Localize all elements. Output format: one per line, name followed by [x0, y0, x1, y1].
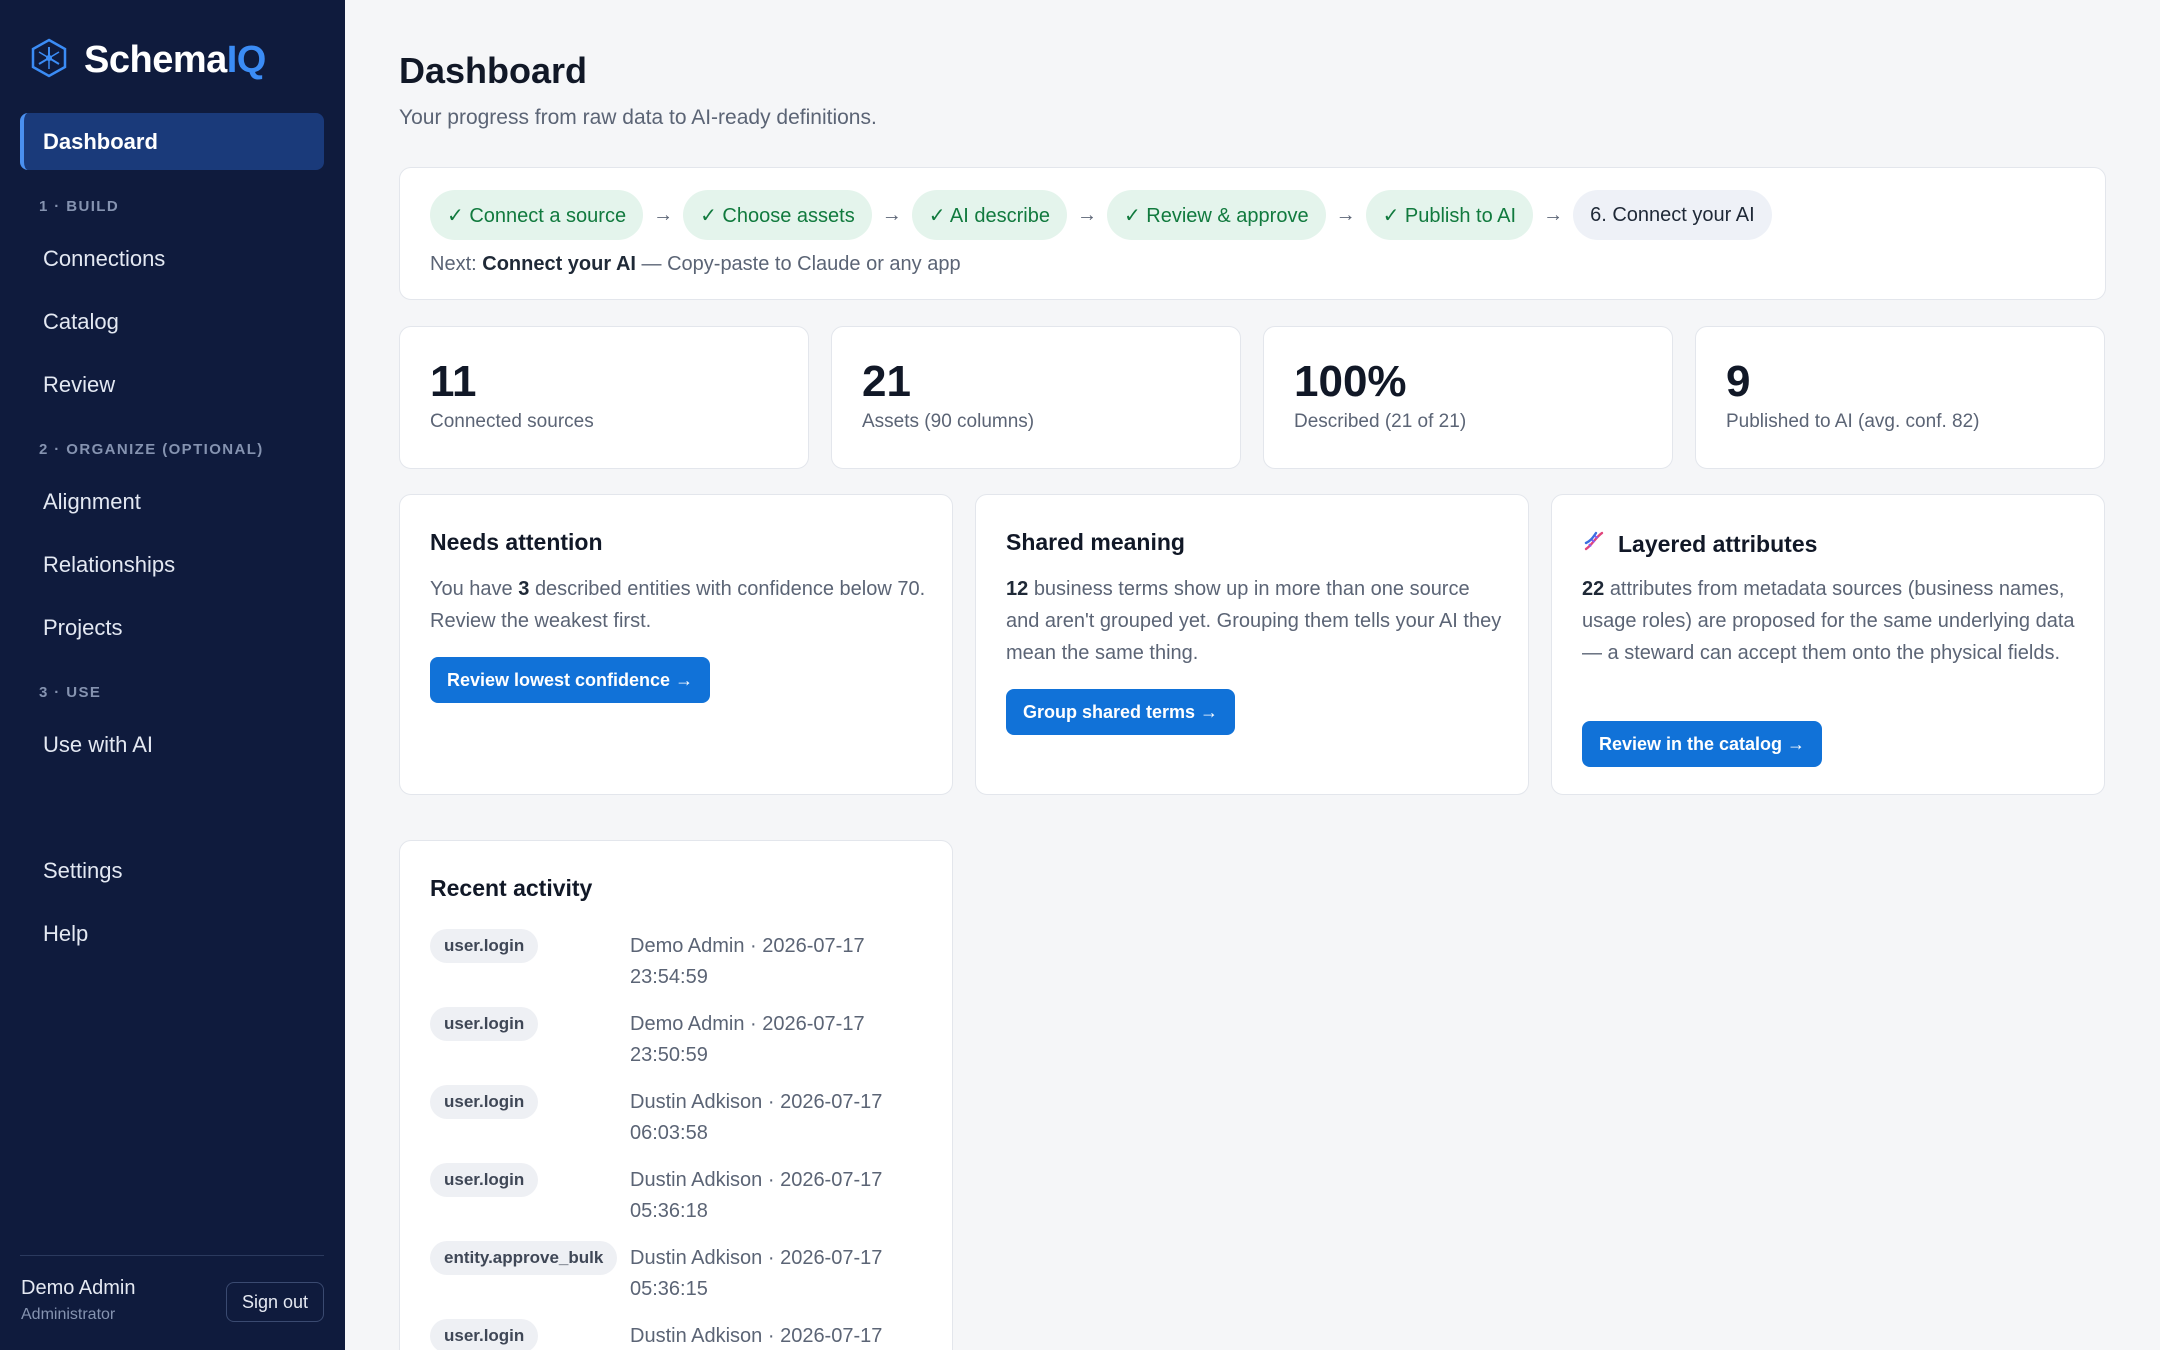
sidebar-item-review[interactable]: Review [43, 370, 115, 400]
event-badge: user.login [430, 1007, 539, 1041]
group-shared-terms-button[interactable]: Group shared terms → [1006, 689, 1236, 735]
sidebar-item-relationships[interactable]: Relationships [43, 550, 175, 580]
nav-section-build: 1 · BUILD [39, 198, 120, 215]
activity-meta: Demo Admin · 2026-07-17 23:50:59 [630, 1013, 865, 1066]
recent-activity-card: Recent activity user.login Demo Admin · … [399, 840, 953, 1350]
sidebar-divider [20, 1255, 324, 1256]
next-step-hint: Next: Connect your AI — Copy-paste to Cl… [430, 253, 961, 275]
stat-label: Assets (90 columns) [862, 411, 1035, 432]
review-in-catalog-button[interactable]: Review in the catalog → [1582, 721, 1823, 767]
activity-row: user.login Dustin Adkison · 2026-07-17 0… [430, 1085, 930, 1149]
stat-label: Described (21 of 21) [1294, 411, 1467, 432]
activity-row: user.login Demo Admin · 2026-07-17 23:50… [430, 1007, 930, 1071]
sidebar-item-projects[interactable]: Projects [43, 613, 122, 643]
stat-value: 11 [430, 357, 477, 406]
page-subtitle: Your progress from raw data to AI-ready … [399, 106, 877, 129]
activity-row: user.login Demo Admin · 2026-07-17 23:54… [430, 929, 930, 993]
step-arrow-icon: → [1543, 203, 1564, 226]
card-title: Needs attention [430, 529, 603, 555]
step-publish-to-ai[interactable]: ✓ Publish to AI [1365, 190, 1534, 240]
stat-value: 100% [1294, 357, 1407, 406]
step-choose-assets[interactable]: ✓ Choose assets [683, 190, 872, 240]
card-text: 12 business terms show up in more than o… [1006, 578, 1502, 664]
sidebar-item-use-with-ai[interactable]: Use with AI [43, 730, 153, 760]
brand-name: SchemaIQ [84, 38, 266, 81]
stat-card-connected-sources: 11 Connected sources [399, 326, 809, 469]
event-badge: user.login [430, 1319, 539, 1350]
activity-row: user.login Dustin Adkison · 2026-07-17 [430, 1319, 930, 1350]
shared-meaning-card: Shared meaning 12 business terms show up… [975, 494, 1529, 795]
activity-row: entity.approve_bulk Dustin Adkison · 202… [430, 1241, 930, 1305]
dna-icon [1582, 529, 1618, 559]
activity-meta: Dustin Adkison · 2026-07-17 05:36:18 [630, 1169, 883, 1222]
card-title: Recent activity [430, 875, 593, 901]
step-arrow-icon: → [1076, 203, 1097, 226]
page-title: Dashboard [399, 50, 588, 91]
nav-section-organize: 2 · ORGANIZE (OPTIONAL) [39, 441, 264, 458]
event-badge: user.login [430, 929, 539, 963]
activity-meta: Dustin Adkison · 2026-07-17 05:36:15 [630, 1247, 883, 1300]
card-text: 22 attributes from metadata sources (bus… [1582, 578, 2075, 664]
event-badge: user.login [430, 1085, 539, 1119]
sidebar-item-catalog[interactable]: Catalog [43, 307, 119, 337]
step-arrow-icon: → [653, 203, 674, 226]
stat-value: 9 [1726, 357, 1751, 406]
activity-meta: Dustin Adkison · 2026-07-17 06:03:58 [630, 1091, 883, 1144]
stat-label: Connected sources [430, 411, 594, 432]
layered-attributes-card: Layered attributes 22 attributes from me… [1551, 494, 2105, 795]
activity-row: user.login Dustin Adkison · 2026-07-17 0… [430, 1163, 930, 1227]
card-title: Shared meaning [1006, 529, 1185, 555]
step-connect-source[interactable]: ✓ Connect a source [430, 190, 644, 240]
stat-card-described: 100% Described (21 of 21) [1263, 326, 1673, 469]
progress-card: ✓ Connect a source → ✓ Choose assets → ✓… [399, 167, 2106, 300]
sidebar-item-connections[interactable]: Connections [43, 244, 165, 274]
stat-card-assets: 21 Assets (90 columns) [831, 326, 1241, 469]
stat-card-published: 9 Published to AI (avg. conf. 82) [1695, 326, 2105, 469]
step-connect-your-ai[interactable]: 6. Connect your AI [1573, 190, 1772, 240]
sidebar-item-settings[interactable]: Settings [43, 856, 123, 886]
step-arrow-icon: → [881, 203, 902, 226]
stat-value: 21 [862, 357, 911, 406]
sidebar-item-help[interactable]: Help [43, 919, 88, 949]
sidebar-item-label: Dashboard [43, 128, 158, 154]
card-title: Layered attributes [1582, 529, 1817, 559]
brand-logo[interactable]: SchemaIQ [30, 36, 266, 84]
card-text: You have 3 described entities with confi… [430, 578, 926, 632]
sidebar-item-dashboard[interactable]: Dashboard [20, 113, 324, 170]
event-badge: entity.approve_bulk [430, 1241, 618, 1275]
progress-steps: ✓ Connect a source → ✓ Choose assets → ✓… [430, 190, 1772, 240]
sidebar-item-alignment[interactable]: Alignment [43, 487, 141, 517]
activity-meta: Dustin Adkison · 2026-07-17 [630, 1325, 883, 1347]
activity-meta: Demo Admin · 2026-07-17 23:54:59 [630, 935, 865, 988]
user-name: Demo Admin [21, 1277, 136, 1299]
review-lowest-confidence-button[interactable]: Review lowest confidence → [430, 657, 711, 703]
step-arrow-icon: → [1335, 203, 1356, 226]
nav-section-use: 3 · USE [39, 684, 102, 701]
step-ai-describe[interactable]: ✓ AI describe [911, 190, 1067, 240]
needs-attention-card: Needs attention You have 3 described ent… [399, 494, 953, 795]
event-badge: user.login [430, 1163, 539, 1197]
sidebar: SchemaIQ Dashboard 1 · BUILD Connections… [0, 0, 345, 1350]
user-role: Administrator [21, 1306, 116, 1323]
step-review-approve[interactable]: ✓ Review & approve [1106, 190, 1326, 240]
hexagon-logo-icon [30, 38, 68, 83]
sign-out-button[interactable]: Sign out [226, 1282, 324, 1322]
stat-label: Published to AI (avg. conf. 82) [1726, 411, 1980, 432]
